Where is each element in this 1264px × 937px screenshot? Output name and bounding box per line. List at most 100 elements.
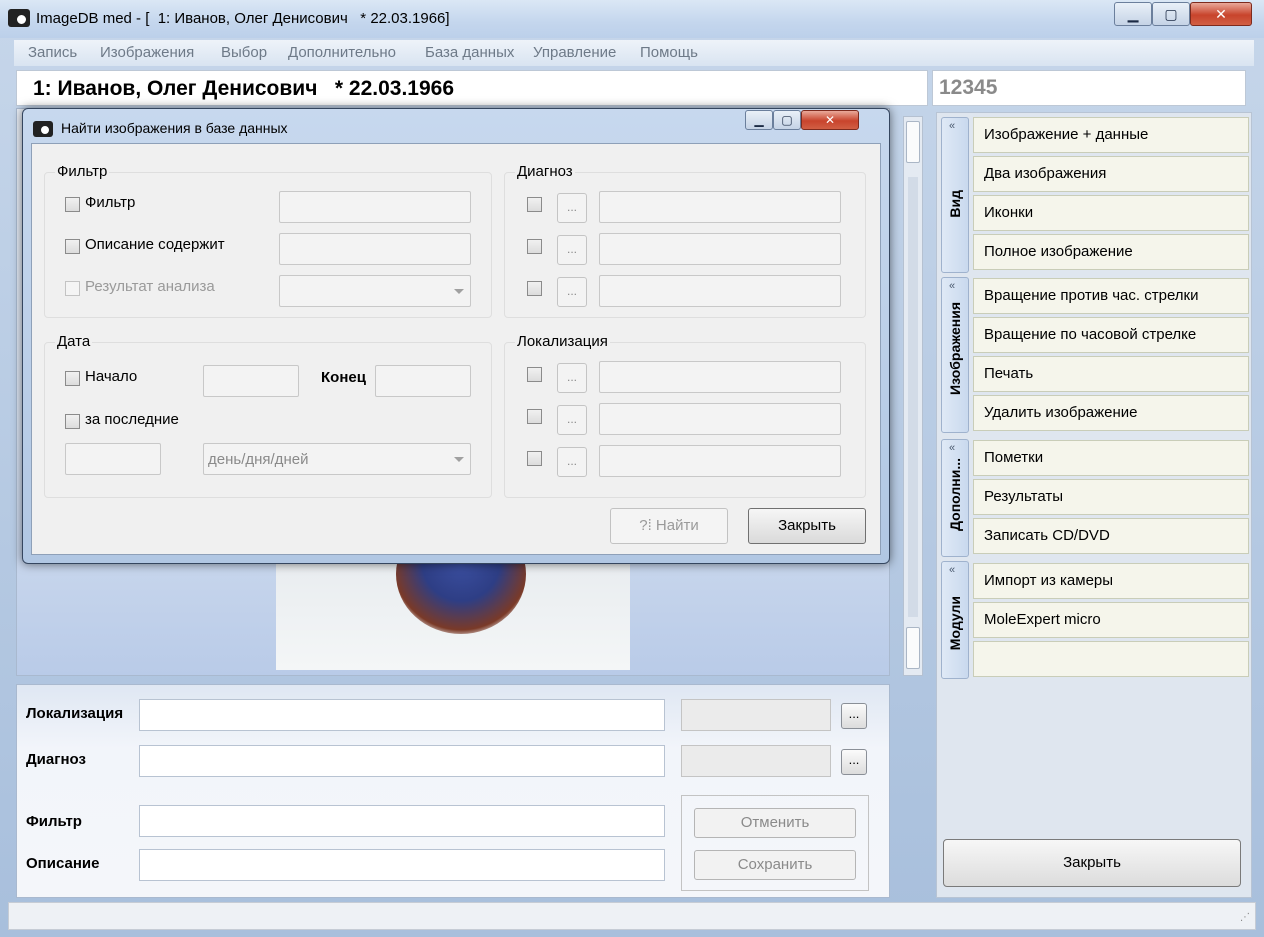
diagnosis-browse-button-2[interactable]: ... xyxy=(557,235,587,265)
tab-extra-label: Дополни... xyxy=(947,458,963,531)
filter-input[interactable] xyxy=(139,805,665,837)
diagnosis-checkbox-2[interactable] xyxy=(527,239,542,254)
description-value-input[interactable] xyxy=(279,233,471,265)
patient-name: 1: Иванов, Олег Денисович * 22.03.1966 xyxy=(33,77,455,100)
diagnosis-browse-button-1[interactable]: ... xyxy=(557,193,587,223)
menu-images[interactable]: Изображения xyxy=(100,44,194,61)
diagnosis-input-2[interactable] xyxy=(599,233,841,265)
menu-zapis[interactable]: Запись xyxy=(28,44,77,61)
sidebar-item-results[interactable]: Результаты xyxy=(973,479,1249,515)
sidebar-item-empty[interactable] xyxy=(973,641,1249,677)
diagnosis-group-title: Диагноз xyxy=(515,163,575,180)
localization-browse-button-2[interactable]: ... xyxy=(557,405,587,435)
tab-view-label: Вид xyxy=(947,190,963,218)
last-period-checkbox[interactable] xyxy=(65,414,80,429)
scroll-track[interactable] xyxy=(908,177,918,617)
image-scrollbar[interactable] xyxy=(903,116,923,676)
sidebar-item-marks[interactable]: Пометки xyxy=(973,440,1249,476)
sidebar-item-import-camera[interactable]: Импорт из камеры xyxy=(973,563,1249,599)
resize-grip-icon[interactable]: ⋰ xyxy=(1240,912,1252,924)
maximize-button[interactable]: ▢ xyxy=(1152,2,1190,26)
localization-group: Локализация ... ... ... xyxy=(504,333,866,498)
description-checkbox[interactable] xyxy=(65,239,80,254)
sidebar-item-image-data[interactable]: Изображение + данные xyxy=(973,117,1249,153)
record-form: Локализация ... Диагноз ... Фильтр Описа… xyxy=(16,684,890,898)
scroll-button-up[interactable] xyxy=(906,121,920,163)
find-button[interactable]: ?⁞ Найти xyxy=(610,508,728,544)
date-group: Дата Начало Конец за последние день/дня/… xyxy=(44,333,492,498)
localization-browse-button-1[interactable]: ... xyxy=(557,363,587,393)
description-checkbox-label: Описание содержит xyxy=(85,236,225,253)
sidebar-item-print[interactable]: Печать xyxy=(973,356,1249,392)
end-date-input[interactable] xyxy=(375,365,471,397)
localization-checkbox-2[interactable] xyxy=(527,409,542,424)
analysis-checkbox[interactable] xyxy=(65,281,80,296)
diagnosis-browse-button-3[interactable]: ... xyxy=(557,277,587,307)
tab-images[interactable]: « Изображения xyxy=(941,277,969,433)
period-count-input[interactable] xyxy=(65,443,161,475)
patient-id-field[interactable]: 12345 xyxy=(932,70,1246,106)
localization-browse-button-3[interactable]: ... xyxy=(557,447,587,477)
description-label: Описание xyxy=(26,855,100,872)
sidebar-item-moleexpert[interactable]: MoleExpert micro xyxy=(973,602,1249,638)
skin-lesion-image[interactable] xyxy=(276,554,630,670)
sidebar-item-icons[interactable]: Иконки xyxy=(973,195,1249,231)
dialog-close-button[interactable]: Закрыть xyxy=(748,508,866,544)
filter-value-input[interactable] xyxy=(279,191,471,223)
localization-input-3[interactable] xyxy=(599,445,841,477)
analysis-select[interactable] xyxy=(279,275,471,307)
period-unit-value: день/дня/дней xyxy=(208,451,309,468)
scroll-button-down[interactable] xyxy=(906,627,920,669)
diagnosis-group: Диагноз ... ... ... xyxy=(504,163,866,318)
localization-checkbox-3[interactable] xyxy=(527,451,542,466)
diagnosis-code-field[interactable] xyxy=(681,745,831,777)
save-button[interactable]: Сохранить xyxy=(694,850,856,880)
diagnosis-checkbox-1[interactable] xyxy=(527,197,542,212)
diagnosis-input[interactable] xyxy=(139,745,665,777)
menu-select[interactable]: Выбор xyxy=(221,44,267,61)
menu-database[interactable]: База данных xyxy=(425,44,514,61)
period-unit-select[interactable]: день/дня/дней xyxy=(203,443,471,475)
diagnosis-browse-button[interactable]: ... xyxy=(841,749,867,775)
sidebar-item-delete-image[interactable]: Удалить изображение xyxy=(973,395,1249,431)
localization-input-1[interactable] xyxy=(599,361,841,393)
localization-code-field[interactable] xyxy=(681,699,831,731)
filter-checkbox-label: Фильтр xyxy=(85,194,136,211)
start-date-checkbox[interactable] xyxy=(65,371,80,386)
sidebar-item-full-image[interactable]: Полное изображение xyxy=(973,234,1249,270)
sidebar-item-rotate-cw[interactable]: Вращение по часовой стрелке xyxy=(973,317,1249,353)
chevron-icon: « xyxy=(949,120,956,132)
dialog-minimize-button[interactable]: ▁ xyxy=(745,110,773,130)
description-input[interactable] xyxy=(139,849,665,881)
tab-view[interactable]: « Вид xyxy=(941,117,969,273)
localization-input[interactable] xyxy=(139,699,665,731)
dialog-maximize-button[interactable]: ▢ xyxy=(773,110,801,130)
filter-checkbox[interactable] xyxy=(65,197,80,212)
close-window-button[interactable]: ✕ xyxy=(1190,2,1252,26)
diagnosis-label: Диагноз xyxy=(26,751,86,768)
diagnosis-input-1[interactable] xyxy=(599,191,841,223)
start-date-input[interactable] xyxy=(203,365,299,397)
menu-manage[interactable]: Управление xyxy=(533,44,616,61)
dialog-body: Фильтр Фильтр Описание содержит Результа… xyxy=(31,143,881,555)
localization-checkbox-1[interactable] xyxy=(527,367,542,382)
diagnosis-checkbox-3[interactable] xyxy=(527,281,542,296)
title-bar: ImageDB med - [ 1: Иванов, Олег Денисови… xyxy=(0,0,1264,38)
menu-extra[interactable]: Дополнительно xyxy=(288,44,396,61)
sidebar-item-two-images[interactable]: Два изображения xyxy=(973,156,1249,192)
localization-input-2[interactable] xyxy=(599,403,841,435)
tab-modules[interactable]: « Модули xyxy=(941,561,969,679)
start-date-label: Начало xyxy=(85,368,138,385)
menu-help[interactable]: Помощь xyxy=(640,44,698,61)
dialog-close-window-button[interactable]: ✕ xyxy=(801,110,859,130)
sidebar-close-button[interactable]: Закрыть xyxy=(943,839,1241,887)
sidebar-item-rotate-ccw[interactable]: Вращение против час. стрелки xyxy=(973,278,1249,314)
filter-group-title: Фильтр xyxy=(55,163,110,180)
analysis-checkbox-label: Результат анализа xyxy=(85,278,215,295)
localization-browse-button[interactable]: ... xyxy=(841,703,867,729)
cancel-button[interactable]: Отменить xyxy=(694,808,856,838)
minimize-button[interactable]: ▁ xyxy=(1114,2,1152,26)
diagnosis-input-3[interactable] xyxy=(599,275,841,307)
tab-extra[interactable]: « Дополни... xyxy=(941,439,969,557)
sidebar-item-burn-cd[interactable]: Записать CD/DVD xyxy=(973,518,1249,554)
